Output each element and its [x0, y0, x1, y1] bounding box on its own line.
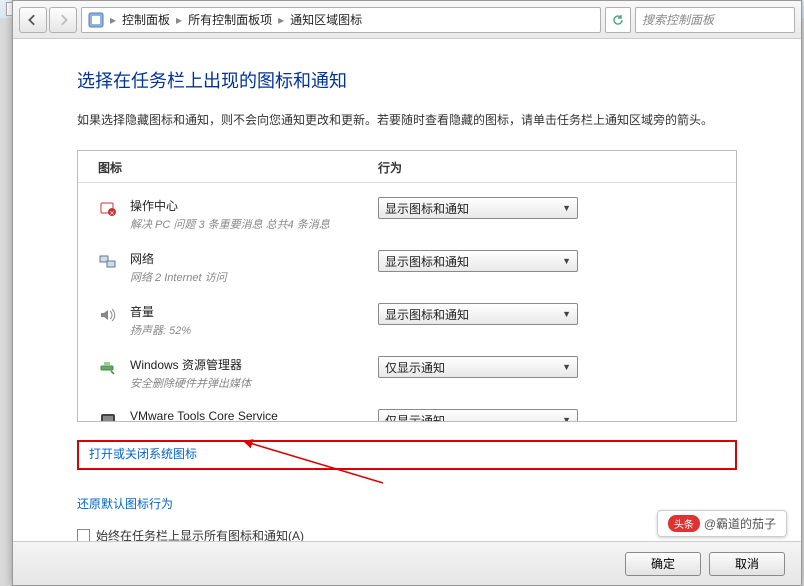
- row-title: Windows 资源管理器: [130, 356, 378, 373]
- behavior-combo-network[interactable]: 显示图标和通知 ▼: [378, 250, 578, 272]
- content-area: 选择在任务栏上出现的图标和通知 如果选择隐藏图标和通知，则不会向您通知更改和更新…: [13, 39, 801, 541]
- control-panel-window: ▸ 控制面板 ▸ 所有控制面板项 ▸ 通知区域图标 搜索控制面板 选择在任务栏上…: [12, 0, 802, 586]
- search-placeholder: 搜索控制面板: [642, 11, 714, 28]
- chevron-down-icon: ▼: [562, 415, 571, 422]
- always-show-checkbox[interactable]: [77, 529, 90, 541]
- watermark: 头条 @霸道的茄子: [657, 510, 787, 537]
- always-show-label: 始终在任务栏上显示所有图标和通知(A): [96, 527, 304, 541]
- row-text: 音量扬声器: 52%: [130, 303, 378, 338]
- breadcrumb-root[interactable]: 控制面板: [122, 11, 170, 28]
- behavior-combo-action-center[interactable]: 显示图标和通知 ▼: [378, 197, 578, 219]
- behavior-combo-vmware[interactable]: 仅显示通知 ▼: [378, 409, 578, 422]
- watermark-badge: 头条: [668, 515, 700, 532]
- search-input[interactable]: 搜索控制面板: [635, 7, 795, 33]
- icons-panel: 图标 行为 ✕操作中心解决 PC 问题 3 条重要消息 总共4 条消息显示图标和…: [77, 150, 737, 422]
- row-text: Windows 资源管理器安全删除硬件并弹出媒体: [130, 356, 378, 391]
- nav-back-button[interactable]: [19, 7, 47, 33]
- table-row-vmware: VMware Tools Core ServiceVMware Tools仅显示…: [98, 401, 716, 422]
- links-area: 打开或关闭系统图标 还原默认图标行为: [77, 440, 737, 515]
- row-subtitle: 解决 PC 问题 3 条重要消息 总共4 条消息: [130, 216, 378, 232]
- svg-text:✕: ✕: [109, 211, 114, 217]
- chevron-right-icon: ▸: [176, 13, 182, 27]
- column-icon: 图标: [98, 159, 378, 176]
- link-toggle-system-icons[interactable]: 打开或关闭系统图标: [89, 444, 197, 466]
- dialog-footer: 确定 取消: [13, 541, 801, 585]
- chevron-down-icon: ▼: [562, 309, 571, 319]
- behavior-combo-explorer[interactable]: 仅显示通知 ▼: [378, 356, 578, 378]
- row-text: 网络网络 2 Internet 访问: [130, 250, 378, 285]
- table-row-network: 网络网络 2 Internet 访问显示图标和通知 ▼: [98, 242, 716, 295]
- behavior-combo-volume[interactable]: 显示图标和通知 ▼: [378, 303, 578, 325]
- table-row-action-center: ✕ 操作中心解决 PC 问题 3 条重要消息 总共4 条消息显示图标和通知 ▼: [98, 189, 716, 242]
- table-row-volume: 音量扬声器: 52% 显示图标和通知 ▼: [98, 295, 716, 348]
- breadcrumb-bar[interactable]: ▸ 控制面板 ▸ 所有控制面板项 ▸ 通知区域图标: [81, 7, 601, 33]
- row-title: VMware Tools Core Service: [130, 409, 378, 422]
- chevron-down-icon: ▼: [562, 256, 571, 266]
- rows-container: ✕操作中心解决 PC 问题 3 条重要消息 总共4 条消息显示图标和通知▼网络网…: [78, 183, 736, 422]
- row-subtitle: 扬声器: 52%: [130, 322, 378, 338]
- row-subtitle: 安全删除硬件并弹出媒体: [130, 375, 378, 391]
- combo-value: 显示图标和通知: [385, 200, 469, 217]
- row-title: 操作中心: [130, 197, 378, 214]
- action-center-icon: ✕: [98, 199, 118, 219]
- vmware-icon: [98, 411, 118, 422]
- control-panel-icon: [88, 12, 104, 28]
- breadcrumb-all-items[interactable]: 所有控制面板项: [188, 11, 272, 28]
- ok-button[interactable]: 确定: [625, 552, 701, 576]
- combo-value: 显示图标和通知: [385, 253, 469, 270]
- link-restore-defaults[interactable]: 还原默认图标行为: [77, 494, 173, 516]
- nav-buttons: [19, 7, 77, 33]
- panel-header: 图标 行为: [78, 151, 736, 183]
- row-subtitle: 网络 2 Internet 访问: [130, 269, 378, 285]
- network-icon: [98, 252, 118, 272]
- breadcrumb-current[interactable]: 通知区域图标: [290, 11, 362, 28]
- combo-value: 仅显示通知: [385, 412, 445, 423]
- combo-value: 仅显示通知: [385, 359, 445, 376]
- chevron-right-icon: ▸: [278, 13, 284, 27]
- row-text: VMware Tools Core ServiceVMware Tools: [130, 409, 378, 422]
- cancel-button[interactable]: 取消: [709, 552, 785, 576]
- watermark-handle: @霸道的茄子: [704, 515, 776, 532]
- chevron-down-icon: ▼: [562, 362, 571, 372]
- toolbar: ▸ 控制面板 ▸ 所有控制面板项 ▸ 通知区域图标 搜索控制面板: [13, 1, 801, 39]
- page-title: 选择在任务栏上出现的图标和通知: [77, 67, 737, 93]
- row-title: 网络: [130, 250, 378, 267]
- nav-forward-button[interactable]: [49, 7, 77, 33]
- explorer-icon: [98, 358, 118, 378]
- page-description: 如果选择隐藏图标和通知，则不会向您通知更改和更新。若要随时查看隐藏的图标，请单击…: [77, 111, 737, 130]
- chevron-right-icon: ▸: [110, 13, 116, 27]
- chevron-down-icon: ▼: [562, 203, 571, 213]
- volume-icon: [98, 305, 118, 325]
- row-title: 音量: [130, 303, 378, 320]
- table-row-explorer: Windows 资源管理器安全删除硬件并弹出媒体仅显示通知 ▼: [98, 348, 716, 401]
- always-show-row: 始终在任务栏上显示所有图标和通知(A): [77, 527, 737, 541]
- refresh-button[interactable]: [605, 7, 631, 33]
- highlight-box: 打开或关闭系统图标: [77, 440, 737, 470]
- row-text: 操作中心解决 PC 问题 3 条重要消息 总共4 条消息: [130, 197, 378, 232]
- column-behavior: 行为: [378, 159, 716, 176]
- combo-value: 显示图标和通知: [385, 306, 469, 323]
